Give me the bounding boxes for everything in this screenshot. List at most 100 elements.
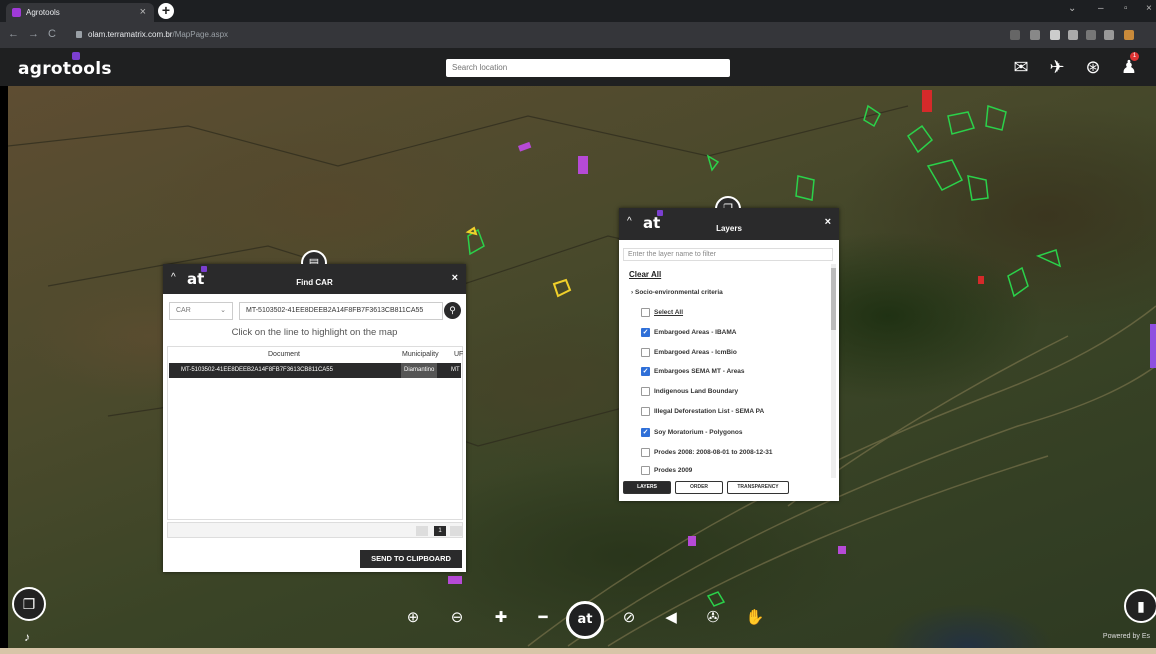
tab-layers[interactable]: LAYERS [623,481,671,494]
tab-title: Agrotools [26,8,60,17]
brand-dot [657,210,663,216]
checkbox-checked[interactable]: ✓ [641,327,650,337]
checkbox-checked[interactable]: ✓ [641,366,650,376]
share-icon[interactable]: ⊛ [1082,56,1104,78]
tab-transparency[interactable]: TRANSPARENCY [727,481,789,494]
find-car-panel: ▤ ^ at Find CAR × CAR ⌄ MT-5103502-41EE8… [163,250,466,572]
url-host: olam.terramatrix.com.br [88,30,173,39]
layer-item[interactable]: ✓ Embargoes SEMA MT - Areas [641,366,745,377]
satellite-icon[interactable]: ✈ [1046,56,1068,78]
uf-cell: MT [451,367,460,373]
broadcast-icon[interactable]: ◀ [660,607,682,629]
zoom-in-icon[interactable]: ✚ [490,607,512,629]
layer-item[interactable]: Prodes 2009 [641,465,692,476]
find-car-header: ^ at Find CAR × [163,264,466,294]
layer-item[interactable]: ✓ Embargoed Areas - IBAMA [641,327,736,338]
layers-panel: ❐ ^ at Layers × Enter the layer name to … [619,196,839,501]
mail-icon[interactable]: ✉ [1010,56,1032,78]
layer-label: Prodes 2009 [654,467,693,474]
layer-item[interactable]: Select All [641,307,683,318]
minimize-icon[interactable]: – [1098,3,1104,14]
compass-icon[interactable]: ⊘ [618,607,640,629]
star-icon[interactable] [1030,30,1040,40]
layer-item[interactable]: ✓ Soy Moratorium - Polygonos [641,427,742,438]
chevron-down-icon[interactable]: ⌄ [1068,3,1076,14]
next-page-button[interactable] [450,526,462,536]
checkbox[interactable] [641,465,650,475]
table-row[interactable]: MT-5103502-41EE8DEEB2A14F8FB7F3613CB811C… [169,363,461,378]
layer-label: Embargoes SEMA MT - Areas [654,368,745,375]
layer-item[interactable]: Indigenous Land Boundary [641,386,738,397]
layer-item[interactable]: Prodes 2008: 2008-08-01 to 2008-12-31 [641,447,773,458]
checkbox-checked[interactable]: ✓ [641,427,650,437]
maximize-icon[interactable]: ▫ [1124,3,1128,14]
checkbox[interactable] [641,347,650,357]
send-to-clipboard-button[interactable]: SEND TO CLIPBOARD [360,550,462,568]
screen: { "browser": { "tab_title": "Agrotools",… [0,0,1156,654]
layer-item[interactable]: Embargoed Areas - IcmBio [641,347,737,358]
checkbox[interactable] [641,447,650,457]
search-location-input[interactable] [446,59,730,77]
hand-icon[interactable]: ✋ [744,607,766,629]
browser-tab[interactable]: Agrotools × [6,3,154,22]
reload-icon[interactable]: C [48,28,56,40]
checkbox[interactable] [641,307,650,317]
url-field[interactable]: olam.terramatrix.com.br/MapPage.aspx [72,27,972,43]
back-icon[interactable]: ← [8,28,19,40]
layer-label: Prodes 2008: 2008-08-01 to 2008-12-31 [654,449,773,456]
checkbox[interactable] [641,386,650,396]
scrollbar[interactable] [831,264,836,478]
search-type-select[interactable]: CAR ⌄ [169,302,233,320]
map-attribution: Powered by Es [1102,633,1150,640]
document-cell: MT-5103502-41EE8DEEB2A14F8FB7F3613CB811C… [181,367,333,373]
main-menu-button[interactable]: at [566,601,604,639]
zoom-in-area-icon[interactable]: ⊕ [402,607,424,629]
share-icon[interactable] [1010,30,1020,40]
profile-icon[interactable] [1124,30,1134,40]
left-panel-button[interactable]: ❐ [12,587,46,621]
brand-dot [201,266,207,272]
search-icon[interactable]: ⚲ [444,302,461,319]
layer-filter-input[interactable]: Enter the layer name to filter [623,248,833,261]
car-search-input[interactable]: MT-5103502-41EE8DEEB2A14F8FB7F3613CB811C… [239,302,443,320]
close-window-icon[interactable]: × [1146,3,1152,14]
scrollbar-thumb[interactable] [831,268,836,330]
chevron-down-icon: ⌄ [220,307,226,314]
browser-tab-bar: Agrotools × + ⌄ – ▫ × [0,0,1156,22]
layer-label: Select All [654,309,684,316]
clear-all-link[interactable]: Clear All [629,270,661,279]
globe-icon[interactable]: ✇ [702,607,724,629]
extension-icon[interactable] [1050,30,1060,40]
find-car-hint: Click on the line to highlight on the ma… [231,327,398,338]
lock-icon [76,31,82,39]
os-taskbar [0,648,1156,654]
page-number[interactable]: 1 [434,526,446,536]
app-header: agrotools ✉ ✈ ⊛ ♟ 1 [0,48,1156,86]
app-logo: agrotools [18,59,112,79]
checkbox[interactable] [641,406,650,416]
find-car-title: Find CAR [296,278,333,287]
layer-item[interactable]: Illegal Deforestation List - SEMA PA [641,406,764,417]
forward-icon[interactable]: → [28,28,39,40]
close-tab-icon[interactable]: × [140,3,146,22]
tab-order[interactable]: ORDER [675,481,723,494]
microphone-icon[interactable]: ♪ [24,630,30,644]
prev-page-button[interactable] [416,526,428,536]
column-header: UF [454,351,464,358]
layer-group[interactable]: › Socio-environmental criteria [631,289,723,296]
close-icon[interactable]: × [452,272,458,284]
extension-icon[interactable] [1068,30,1078,40]
zoom-out-icon[interactable]: ━ [532,607,554,629]
layer-group-label: Socio-environmental criteria [634,289,723,296]
close-icon[interactable]: × [825,216,831,228]
address-bar: ← → C olam.terramatrix.com.br/MapPage.as… [0,22,1156,48]
pager: 1 [167,522,463,538]
basemap-button[interactable]: ▮ [1124,589,1156,623]
logo-mark [72,52,80,60]
favicon-icon [12,8,21,17]
puzzle-icon[interactable] [1086,30,1096,40]
side-panel-tab[interactable] [1150,324,1156,368]
sidepanel-icon[interactable] [1104,30,1114,40]
new-tab-button[interactable]: + [158,3,174,19]
zoom-out-area-icon[interactable]: ⊖ [446,607,468,629]
